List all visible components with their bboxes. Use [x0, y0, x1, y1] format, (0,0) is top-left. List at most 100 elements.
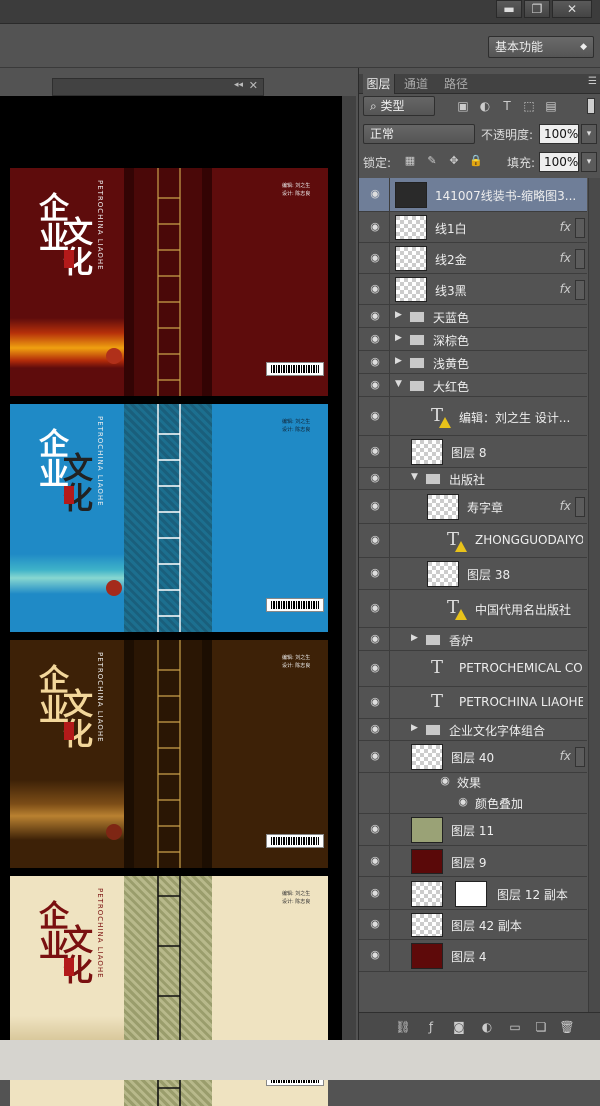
- adjustment-layer-icon[interactable]: ◐: [479, 1019, 495, 1035]
- layer-row[interactable]: ◉ 线2金 fx: [359, 243, 587, 274]
- visibility-eye-icon[interactable]: ◉: [367, 220, 383, 233]
- effects-toggle-icon[interactable]: [575, 279, 585, 300]
- layer-row[interactable]: ◉ 图层 9: [359, 846, 587, 877]
- expand-arrow-right-icon[interactable]: ▶: [395, 310, 402, 320]
- layer-row[interactable]: ◉ 图层 12 副本: [359, 877, 587, 910]
- layer-row[interactable]: ◉TZHONGGUODAIYO...: [359, 524, 587, 558]
- workspace-select[interactable]: 基本功能 ◆: [488, 36, 594, 58]
- effects-toggle-icon[interactable]: [575, 248, 585, 269]
- new-layer-icon[interactable]: ❏: [533, 1019, 549, 1035]
- delete-layer-icon[interactable]: 🗑: [559, 1019, 575, 1035]
- opacity-dropdown-icon[interactable]: ▾: [581, 124, 597, 144]
- fill-dropdown-icon[interactable]: ▾: [581, 152, 597, 172]
- layer-row[interactable]: ◉ 图层 8: [359, 436, 587, 468]
- visibility-eye-icon[interactable]: ◉: [367, 854, 383, 867]
- tab-paths[interactable]: 路径: [439, 74, 473, 94]
- layer-row[interactable]: ◉ 线3黑 fx: [359, 274, 587, 305]
- document-area[interactable]: ◂◂ ✕ 企业 文化 PETROCHINA LIAOHE 编辑: 刘之生 设计:…: [0, 68, 356, 1106]
- lock-all-icon[interactable]: 🔒: [469, 154, 483, 168]
- lock-paint-icon[interactable]: ✎: [425, 154, 439, 168]
- visibility-eye-icon[interactable]: ◉: [367, 499, 383, 512]
- visibility-eye-icon[interactable]: ◉: [367, 661, 383, 674]
- layer-row[interactable]: ◉ 颜色叠加: [359, 791, 587, 814]
- layer-row[interactable]: ◉ 图层 42 副本: [359, 910, 587, 940]
- expand-arrow-right-icon[interactable]: ▶: [395, 333, 402, 343]
- expand-arrow-right-icon[interactable]: ▶: [395, 356, 402, 366]
- layer-row[interactable]: ◉ T PETROCHINA LIAOHE: [359, 687, 587, 719]
- layer-row[interactable]: ◉ 线1白 fx: [359, 212, 587, 243]
- visibility-eye-icon[interactable]: ◉: [367, 378, 383, 391]
- layer-effects-icon[interactable]: fx: [560, 220, 571, 234]
- effects-toggle-icon[interactable]: [575, 217, 585, 238]
- layer-row[interactable]: ◉ ▶ 企业文化字体组合: [359, 719, 587, 741]
- type-filter-icon[interactable]: T: [499, 98, 515, 114]
- add-style-icon[interactable]: ƒ: [423, 1019, 439, 1035]
- layer-row[interactable]: ◉ T 编辑：刘之生 设计...: [359, 397, 587, 436]
- layer-row[interactable]: ◉ ▶ 深棕色: [359, 328, 587, 351]
- visibility-eye-icon[interactable]: ◉: [455, 795, 471, 808]
- visibility-eye-icon[interactable]: ◉: [367, 749, 383, 762]
- visibility-eye-icon[interactable]: ◉: [367, 886, 383, 899]
- visibility-eye-icon[interactable]: ◉: [367, 251, 383, 264]
- layer-row[interactable]: ◉ T 中国代用名出版社: [359, 590, 587, 628]
- layer-row[interactable]: ◉ 寿字章 fx: [359, 490, 587, 524]
- filter-type-select[interactable]: ⌕ 类型: [363, 96, 435, 116]
- expand-arrow-right-icon[interactable]: ▶: [411, 633, 418, 643]
- smart-object-filter-icon[interactable]: ▤: [543, 98, 559, 114]
- visibility-eye-icon[interactable]: ◉: [367, 822, 383, 835]
- visibility-eye-icon[interactable]: ◉: [367, 282, 383, 295]
- floating-panel-header[interactable]: ◂◂ ✕: [52, 78, 264, 96]
- layer-mask-thumbnail[interactable]: [455, 880, 487, 907]
- layer-row[interactable]: ◉ 图层 38: [359, 558, 587, 590]
- visibility-eye-icon[interactable]: ◉: [367, 917, 383, 930]
- visibility-eye-icon[interactable]: ◉: [367, 332, 383, 345]
- visibility-eye-icon[interactable]: ◉: [367, 409, 383, 422]
- layer-row[interactable]: ◉ 效果: [359, 773, 587, 791]
- visibility-eye-icon[interactable]: ◉: [367, 632, 383, 645]
- layer-list-scrollbar[interactable]: [588, 178, 600, 1012]
- adjustment-filter-icon[interactable]: ◐: [477, 98, 493, 114]
- opacity-input[interactable]: 100%: [539, 124, 579, 144]
- visibility-eye-icon[interactable]: ◉: [367, 309, 383, 322]
- visibility-eye-icon[interactable]: ◉: [367, 948, 383, 961]
- collapse-icon[interactable]: ◂◂: [234, 80, 243, 90]
- layer-row[interactable]: ◉ ▶ 香炉: [359, 628, 587, 651]
- maximize-button[interactable]: ❐: [524, 0, 550, 18]
- new-group-icon[interactable]: ▭: [507, 1019, 523, 1035]
- filter-toggle[interactable]: [587, 98, 595, 114]
- minimize-button[interactable]: ▬: [496, 0, 522, 18]
- visibility-eye-icon[interactable]: ◉: [367, 722, 383, 735]
- blend-mode-select[interactable]: 正常: [363, 124, 475, 144]
- layer-effects-icon[interactable]: fx: [560, 282, 571, 296]
- tab-channels[interactable]: 通道: [399, 74, 433, 94]
- link-layers-icon[interactable]: ⛓: [395, 1019, 411, 1035]
- layer-effects-icon[interactable]: fx: [560, 749, 571, 763]
- expand-arrow-right-icon[interactable]: ▶: [411, 723, 418, 733]
- add-mask-icon[interactable]: ◙: [451, 1019, 467, 1035]
- layer-row[interactable]: ◉ ▶ 天蓝色: [359, 305, 587, 328]
- visibility-eye-icon[interactable]: ◉: [367, 601, 383, 614]
- layer-effects-icon[interactable]: fx: [560, 499, 571, 513]
- expand-arrow-down-icon[interactable]: ▼: [411, 472, 418, 482]
- layer-row[interactable]: ◉ T PETROCHEMICAL CO...: [359, 651, 587, 687]
- close-button[interactable]: ✕: [552, 0, 592, 18]
- visibility-eye-icon[interactable]: ◉: [367, 695, 383, 708]
- fill-input[interactable]: 100%: [539, 152, 579, 172]
- panel-menu-icon[interactable]: ☰: [588, 76, 597, 87]
- visibility-eye-icon[interactable]: ◉: [367, 187, 383, 200]
- layer-row[interactable]: ◉ 141007线装书-缩略图3...: [359, 178, 587, 212]
- tab-layers[interactable]: 图层: [363, 74, 395, 94]
- close-icon[interactable]: ✕: [249, 79, 258, 92]
- layer-effects-icon[interactable]: fx: [560, 251, 571, 265]
- lock-position-icon[interactable]: ✥: [447, 154, 461, 168]
- pixel-filter-icon[interactable]: ▣: [455, 98, 471, 114]
- layer-row[interactable]: ◉ 图层 11: [359, 814, 587, 846]
- effects-toggle-icon[interactable]: [575, 497, 585, 517]
- shape-filter-icon[interactable]: ⬚: [521, 98, 537, 114]
- effects-toggle-icon[interactable]: [575, 747, 585, 767]
- layer-row[interactable]: ◉ ▶ 浅黄色: [359, 351, 587, 374]
- visibility-eye-icon[interactable]: ◉: [367, 471, 383, 484]
- layer-row[interactable]: ◉ 图层 4: [359, 940, 587, 972]
- visibility-eye-icon[interactable]: ◉: [437, 774, 453, 787]
- visibility-eye-icon[interactable]: ◉: [367, 355, 383, 368]
